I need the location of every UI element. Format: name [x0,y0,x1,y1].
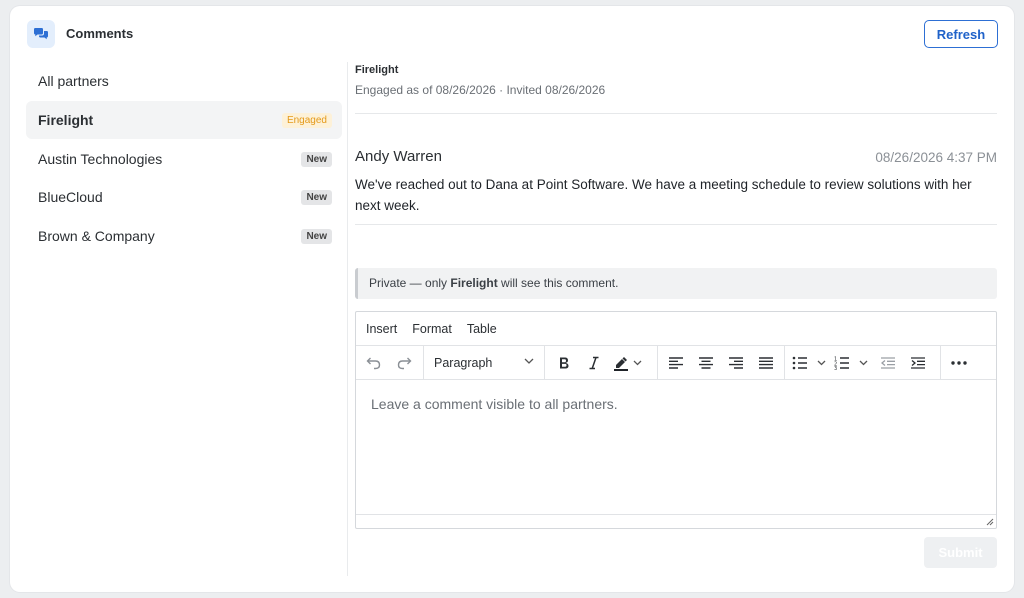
align-justify-icon[interactable] [751,346,781,379]
history-group [359,346,419,379]
block-format-value: Paragraph [434,355,493,370]
bold-icon[interactable] [549,346,579,379]
comment-timestamp: 08/26/2026 4:37 PM [875,150,997,165]
comment-body: We've reached out to Dana at Point Softw… [355,177,972,213]
comment-author: Andy Warren [355,148,442,165]
page-title: Comments [66,26,134,41]
editor-toolbar: Paragraph 1 2 3 [356,346,996,380]
private-notice-prefix: Private — only [369,276,451,290]
private-notice: Private — only Firelight will see this c… [355,268,997,299]
more-group [944,346,974,379]
toolbar-separator [544,346,545,379]
indent-icon[interactable] [903,346,933,379]
sidebar-item-label: BlueCloud [38,189,103,206]
align-center-icon[interactable] [691,346,721,379]
status-badge: Engaged [281,112,332,128]
undo-icon[interactable] [359,346,389,379]
toolbar-separator [657,346,658,379]
resize-handle-icon[interactable] [986,518,994,526]
status-badge: New [301,229,332,245]
editor-statusbar [356,514,996,528]
column-divider [347,62,348,576]
divider [355,224,997,225]
private-notice-suffix: will see this comment. [497,276,619,290]
sidebar-item-brown-company[interactable]: Brown & Company New [26,217,342,255]
divider [355,113,997,114]
rich-text-editor: Insert Format Table Paragraph 1 2 3 Leav… [355,311,997,529]
comments-panel: Comments Refresh All partners Firelight … [10,6,1014,592]
bullet-list-icon[interactable] [789,346,831,379]
sidebar-item-label: Austin Technologies [38,150,163,167]
alignment-group [661,346,781,379]
chevron-down-icon [524,358,534,364]
partner-status: Engaged as of 08/26/2026 · Invited 08/26… [355,83,606,97]
toolbar-separator [940,346,941,379]
list-group: 123 [789,346,933,379]
redo-icon[interactable] [389,346,419,379]
private-notice-partner: Firelight [450,276,498,290]
italic-icon[interactable] [579,346,609,379]
comment-editor-input[interactable]: Leave a comment visible to all partners. [356,380,996,515]
comments-icon [27,20,55,48]
sidebar-item-label: Brown & Company [38,228,155,245]
highlight-icon[interactable] [609,346,647,379]
sidebar-item-firelight[interactable]: Firelight Engaged [26,100,342,139]
menu-insert[interactable]: Insert [366,322,397,336]
outdent-icon[interactable] [873,346,903,379]
menu-table[interactable]: Table [467,322,497,336]
status-badge: New [301,190,332,206]
sidebar-item-all-partners[interactable]: All partners [26,62,342,100]
align-left-icon[interactable] [661,346,691,379]
refresh-button[interactable]: Refresh [924,20,998,48]
editor-menubar: Insert Format Table [356,312,996,346]
numbered-list-icon[interactable]: 123 [831,346,873,379]
menu-format[interactable]: Format [412,322,452,336]
svg-text:3: 3 [834,366,837,370]
status-badge: New [301,151,332,167]
panel-header: Comments Refresh [26,20,998,50]
partner-sidebar: All partners Firelight Engaged Austin Te… [26,62,342,256]
block-format-select[interactable]: Paragraph [424,346,542,379]
sidebar-item-label: Firelight [38,111,94,128]
sidebar-item-austin-technologies[interactable]: Austin Technologies New [26,140,342,178]
more-icon[interactable] [944,346,974,379]
align-right-icon[interactable] [721,346,751,379]
toolbar-separator [784,346,785,379]
sidebar-item-bluecloud[interactable]: BlueCloud New [26,178,342,216]
submit-button[interactable]: Submit [924,537,997,568]
text-style-group [549,346,647,379]
partner-name: Firelight [355,64,399,76]
sidebar-item-label: All partners [38,73,109,89]
